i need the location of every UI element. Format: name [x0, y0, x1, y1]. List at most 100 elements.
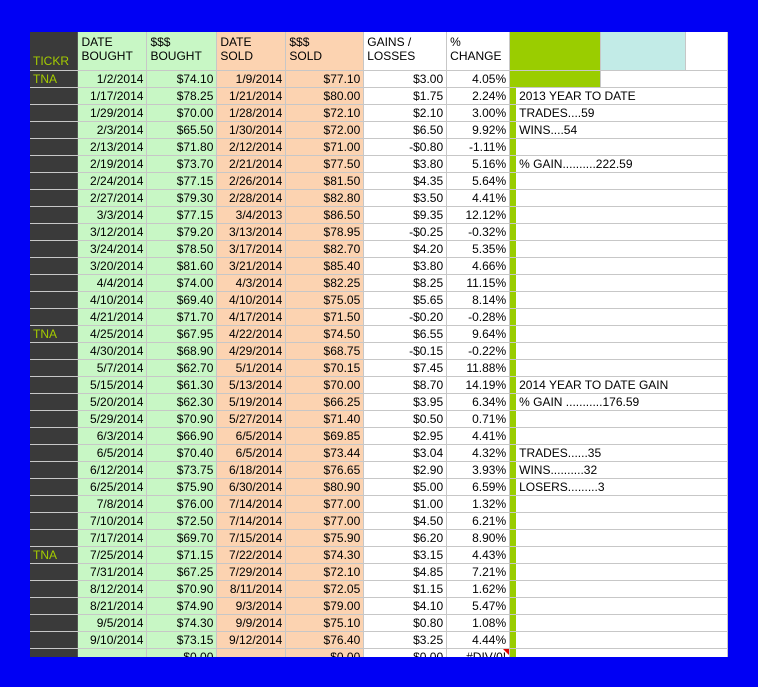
gain-loss-cell[interactable]: $3.95: [363, 393, 448, 411]
amount-bought-cell[interactable]: $77.15: [146, 206, 218, 224]
amount-bought-cell[interactable]: $67.25: [146, 563, 218, 581]
gain-loss-cell[interactable]: $8.70: [363, 376, 448, 394]
date-bought-cell[interactable]: 7/8/2014: [77, 495, 148, 513]
gain-loss-cell[interactable]: $4.10: [363, 597, 448, 615]
notes-cell[interactable]: [515, 274, 728, 292]
pct-change-cell[interactable]: 3.93%: [446, 461, 511, 479]
pct-change-cell[interactable]: 11.88%: [446, 359, 511, 377]
amount-bought-cell[interactable]: $71.15: [146, 546, 218, 564]
tickr-cell[interactable]: [30, 529, 79, 547]
pct-change-cell[interactable]: 1.32%: [446, 495, 511, 513]
date-bought-cell[interactable]: 6/3/2014: [77, 427, 148, 445]
gain-loss-cell[interactable]: $6.50: [363, 121, 448, 139]
amount-sold-cell[interactable]: $70.15: [285, 359, 365, 377]
gain-loss-cell[interactable]: $5.65: [363, 291, 448, 309]
pct-change-cell[interactable]: 3.00%: [446, 104, 511, 122]
date-sold-cell[interactable]: 5/27/2014: [216, 410, 287, 428]
amount-bought-cell[interactable]: $75.90: [146, 478, 218, 496]
date-bought-cell[interactable]: 7/25/2014: [77, 546, 148, 564]
notes-cell[interactable]: 2013 YEAR TO DATE: [515, 87, 728, 105]
notes-cell[interactable]: [515, 495, 728, 513]
notes-cell[interactable]: [515, 206, 728, 224]
date-sold-cell[interactable]: 4/3/2014: [216, 274, 287, 292]
notes-cell[interactable]: WINS..........32: [515, 461, 728, 479]
date-bought-cell[interactable]: 1/17/2014: [77, 87, 148, 105]
notes-cell[interactable]: [515, 325, 728, 343]
pct-change-cell[interactable]: 5.47%: [446, 597, 511, 615]
notes-cell[interactable]: [515, 189, 728, 207]
date-bought-cell[interactable]: 6/5/2014: [77, 444, 148, 462]
notes-cell[interactable]: [515, 70, 602, 88]
amount-sold-cell[interactable]: $74.50: [285, 325, 365, 343]
amount-sold-cell[interactable]: $81.50: [285, 172, 365, 190]
date-sold-cell[interactable]: 3/21/2014: [216, 257, 287, 275]
amount-bought-cell[interactable]: $74.90: [146, 597, 218, 615]
amount-bought-cell[interactable]: $62.70: [146, 359, 218, 377]
amount-bought-cell[interactable]: $73.15: [146, 631, 218, 649]
amount-sold-cell[interactable]: $76.40: [285, 631, 365, 649]
notes-cell[interactable]: [515, 257, 728, 275]
amount-bought-cell[interactable]: $71.80: [146, 138, 218, 156]
tickr-cell[interactable]: [30, 495, 79, 513]
tickr-cell[interactable]: [30, 410, 79, 428]
tickr-cell[interactable]: [30, 240, 79, 258]
amount-sold-cell[interactable]: $77.50: [285, 155, 365, 173]
amount-sold-cell[interactable]: $71.40: [285, 410, 365, 428]
date-bought-cell[interactable]: [77, 648, 148, 657]
notes-cell[interactable]: [515, 359, 728, 377]
gain-loss-cell[interactable]: $2.95: [363, 427, 448, 445]
tickr-cell[interactable]: [30, 512, 79, 530]
date-bought-cell[interactable]: 4/4/2014: [77, 274, 148, 292]
date-bought-cell[interactable]: 6/12/2014: [77, 461, 148, 479]
tickr-cell[interactable]: TNA: [30, 70, 79, 88]
amount-sold-cell[interactable]: $66.25: [285, 393, 365, 411]
tickr-cell[interactable]: TNA: [30, 325, 79, 343]
notes-cell[interactable]: [515, 138, 728, 156]
amount-sold-cell[interactable]: $82.70: [285, 240, 365, 258]
amount-sold-cell[interactable]: $77.00: [285, 495, 365, 513]
amount-sold-cell[interactable]: $80.00: [285, 87, 365, 105]
notes-cell[interactable]: [515, 342, 728, 360]
amount-sold-cell[interactable]: $71.50: [285, 308, 365, 326]
notes-cell[interactable]: [600, 70, 728, 88]
header-pct-change[interactable]: % CHANGE: [446, 32, 511, 71]
date-bought-cell[interactable]: 3/3/2014: [77, 206, 148, 224]
notes-cell[interactable]: [515, 512, 728, 530]
date-bought-cell[interactable]: 8/21/2014: [77, 597, 148, 615]
date-bought-cell[interactable]: 2/24/2014: [77, 172, 148, 190]
amount-bought-cell[interactable]: $77.15: [146, 172, 218, 190]
date-sold-cell[interactable]: 7/14/2014: [216, 512, 287, 530]
date-bought-cell[interactable]: 9/10/2014: [77, 631, 148, 649]
amount-sold-cell[interactable]: $72.00: [285, 121, 365, 139]
date-bought-cell[interactable]: 5/20/2014: [77, 393, 148, 411]
header-extra[interactable]: [685, 32, 728, 71]
date-sold-cell[interactable]: 7/14/2014: [216, 495, 287, 513]
amount-bought-cell[interactable]: $73.70: [146, 155, 218, 173]
pct-change-cell[interactable]: 5.64%: [446, 172, 511, 190]
date-sold-cell[interactable]: 3/4/2013: [216, 206, 287, 224]
notes-cell[interactable]: [515, 597, 728, 615]
date-bought-cell[interactable]: 1/29/2014: [77, 104, 148, 122]
date-sold-cell[interactable]: 1/28/2014: [216, 104, 287, 122]
notes-cell[interactable]: [515, 308, 728, 326]
gain-loss-cell[interactable]: $3.15: [363, 546, 448, 564]
amount-bought-cell[interactable]: $72.50: [146, 512, 218, 530]
amount-sold-cell[interactable]: $0.00: [285, 648, 365, 657]
amount-bought-cell[interactable]: $66.90: [146, 427, 218, 445]
amount-bought-cell[interactable]: $79.20: [146, 223, 218, 241]
notes-cell[interactable]: % GAIN..........222.59: [515, 155, 728, 173]
date-sold-cell[interactable]: 6/30/2014: [216, 478, 287, 496]
tickr-cell[interactable]: [30, 138, 79, 156]
amount-bought-cell[interactable]: $68.90: [146, 342, 218, 360]
pct-change-cell[interactable]: 14.19%: [446, 376, 511, 394]
amount-sold-cell[interactable]: $72.10: [285, 563, 365, 581]
tickr-cell[interactable]: [30, 87, 79, 105]
amount-bought-cell[interactable]: $81.60: [146, 257, 218, 275]
amount-sold-cell[interactable]: $85.40: [285, 257, 365, 275]
notes-cell[interactable]: [515, 631, 728, 649]
date-bought-cell[interactable]: 3/12/2014: [77, 223, 148, 241]
pct-change-cell[interactable]: 11.15%: [446, 274, 511, 292]
notes-cell[interactable]: [515, 240, 728, 258]
date-bought-cell[interactable]: 5/15/2014: [77, 376, 148, 394]
amount-bought-cell[interactable]: $76.00: [146, 495, 218, 513]
